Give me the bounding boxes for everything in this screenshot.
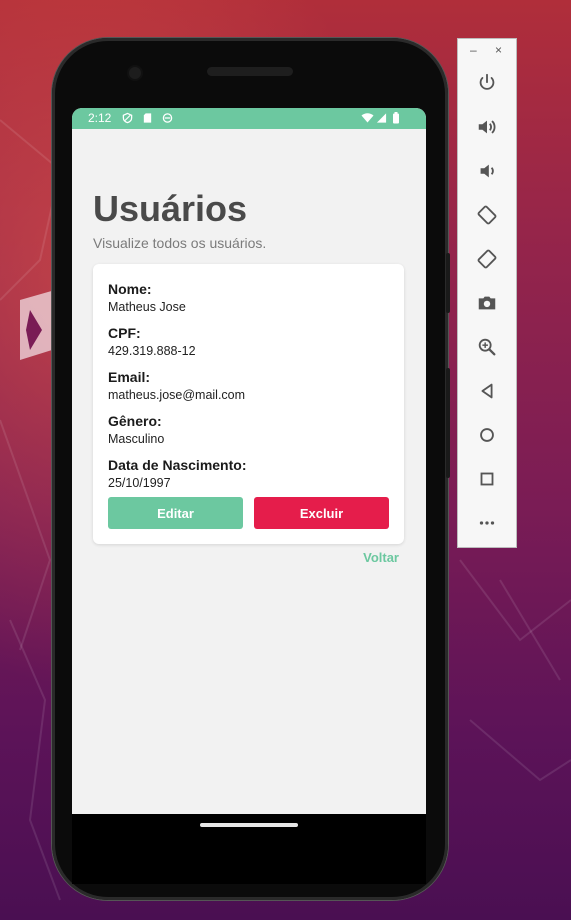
home-gesture-pill[interactable] (200, 823, 298, 827)
battery-icon (393, 112, 399, 124)
vpn-shield-icon (122, 112, 133, 124)
sd-card-icon (143, 113, 152, 123)
cpf-value: 429.319.888-12 (108, 344, 196, 358)
email-label: Email: (108, 369, 151, 385)
wifi-icon (361, 113, 374, 123)
camera-icon[interactable] (473, 289, 501, 317)
back-icon[interactable] (473, 377, 501, 405)
birthdate-label: Data de Nascimento: (108, 457, 247, 473)
edit-button[interactable]: Editar (108, 497, 243, 529)
overview-icon[interactable] (473, 465, 501, 493)
back-link[interactable]: Voltar (363, 550, 399, 565)
signal-icon (376, 113, 387, 123)
volume-down-icon[interactable] (473, 157, 501, 185)
app-screen: 2:12 Usuários Visualize todos os usuário… (72, 108, 426, 814)
status-bar: 2:12 (72, 108, 426, 129)
speaker-grille (207, 67, 293, 76)
gender-value: Masculino (108, 432, 165, 446)
rotate-right-icon[interactable] (473, 245, 501, 273)
power-icon[interactable] (473, 69, 501, 97)
delete-button[interactable]: Excluir (254, 497, 389, 529)
user-card: Nome: Matheus Jose CPF: 429.319.888-12 E… (93, 264, 404, 544)
name-value: Matheus Jose (108, 300, 186, 314)
status-time: 2:12 (88, 111, 112, 125)
minimize-button[interactable]: – (470, 43, 477, 57)
gender-label: Gênero: (108, 413, 162, 429)
rotate-left-icon[interactable] (473, 201, 501, 229)
volume-up-icon[interactable] (473, 113, 501, 141)
more-icon[interactable] (473, 509, 501, 537)
front-camera (129, 67, 141, 79)
home-icon[interactable] (473, 421, 501, 449)
navigation-bar (72, 814, 426, 884)
zoom-icon[interactable] (473, 333, 501, 361)
page-subtitle: Visualize todos os usuários. (93, 235, 267, 251)
close-button[interactable]: × (495, 43, 502, 57)
page-title: Usuários (93, 188, 248, 229)
sync-icon (162, 113, 173, 123)
email-value: matheus.jose@mail.com (108, 388, 246, 402)
name-label: Nome: (108, 281, 152, 297)
cpf-label: CPF: (108, 325, 141, 341)
birthdate-value: 25/10/1997 (108, 476, 171, 490)
emulator-toolbar: – × (457, 38, 517, 548)
